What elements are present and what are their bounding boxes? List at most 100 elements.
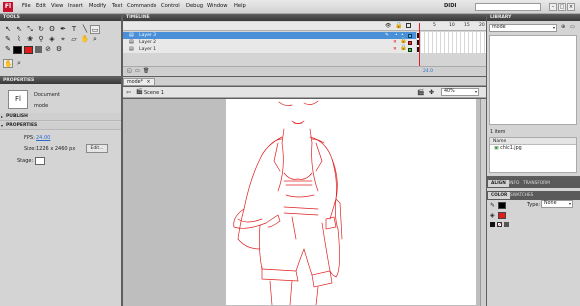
document-tab[interactable]: mode* × (123, 78, 155, 85)
layer-color-swatch[interactable] (408, 48, 412, 52)
lock-icon[interactable]: 🔒 (395, 22, 402, 29)
bone-tool-icon[interactable]: ⚲ (36, 35, 46, 44)
zoom-tool-icon[interactable]: ⌕ (90, 35, 100, 44)
properties-panel-header: PROPERTIES (0, 78, 121, 84)
subselection-tool-icon[interactable]: ⇖ (14, 25, 24, 34)
fill-bucket-icon[interactable]: ◈ (490, 212, 495, 219)
chevron-down-icon: ▾ (474, 89, 477, 94)
brush-tool-icon[interactable]: ⌇ (14, 35, 24, 44)
eraser-tool-icon[interactable]: ▱ (69, 35, 79, 44)
layer-color-swatch[interactable] (408, 41, 412, 45)
menu-edit[interactable]: Edit (36, 3, 46, 9)
fashion-sketch (233, 100, 343, 306)
maximize-icon[interactable]: □ (558, 3, 566, 11)
tab-swatches[interactable]: SWATCHES (507, 192, 536, 199)
edit-symbols-icon[interactable]: ✤ (429, 89, 434, 96)
hand-tool-secondary-icon[interactable]: ✋ (3, 59, 13, 68)
hidden-x-icon[interactable]: ✕ (393, 46, 397, 53)
line-tool-icon[interactable]: ╲ (80, 25, 90, 34)
layer-row-1[interactable]: ▤ Layer 1 ✕ 🔒 (123, 45, 416, 53)
stroke-pencil-icon[interactable]: ✎ (490, 202, 495, 209)
layer-row-2[interactable]: ▤ Layer 2 ✕ 🔒 (123, 38, 416, 46)
layer-color-swatch[interactable] (408, 34, 412, 38)
menu-insert[interactable]: Insert (68, 3, 83, 9)
library-document-select[interactable]: mode ▾ (489, 24, 557, 32)
workspace-switcher[interactable]: DIDI (444, 3, 456, 9)
smooth-icon[interactable]: ⚙ (54, 45, 64, 54)
text-tool-icon[interactable]: T (69, 25, 79, 34)
fps-value[interactable]: 24.00 (36, 135, 50, 141)
stage-color-label: Stage: (17, 158, 34, 164)
black-white-icon[interactable] (490, 222, 495, 227)
document-name: mode (34, 103, 49, 109)
eyedropper-tool-icon[interactable]: ⌖ (58, 35, 68, 44)
locked-icon[interactable]: 🔒 (400, 45, 407, 52)
fill-color-swatch[interactable] (498, 212, 506, 219)
stage-vertical-scrollbar[interactable] (480, 99, 486, 306)
layer-row-3[interactable]: ▤ Layer 3 ✎ • • (123, 32, 416, 39)
zoom-value: 40% (444, 89, 455, 94)
minimize-icon[interactable]: – (549, 3, 557, 11)
fill-type-select[interactable]: None ▾ (541, 200, 573, 208)
menu-file[interactable]: File (22, 3, 31, 9)
help-search-input[interactable] (475, 3, 541, 11)
zoom-select[interactable]: 40% ▾ (441, 88, 479, 96)
stroke-color-swatch[interactable] (13, 46, 22, 54)
menu-control[interactable]: Control (161, 3, 180, 9)
show-hide-icon[interactable]: 👁 (385, 23, 391, 29)
new-layer-icon[interactable]: ◱ (127, 68, 132, 74)
edit-scene-icon[interactable]: 🎬 (417, 89, 424, 96)
menu-view[interactable]: View (51, 3, 63, 9)
stage-canvas[interactable] (226, 99, 476, 306)
free-transform-tool-icon[interactable]: ⤡ (25, 25, 35, 34)
tab-transform[interactable]: TRANSFORM (520, 180, 553, 187)
back-arrow-icon[interactable]: ⇦ (126, 89, 131, 96)
stroke-color-icon[interactable]: ✎ (3, 45, 13, 54)
lasso-tool-icon[interactable]: ʘ (47, 25, 57, 34)
publish-section[interactable]: ▸ PUBLISH (0, 113, 121, 121)
outline-icon[interactable] (406, 23, 411, 28)
chevron-down-icon: ▾ (552, 25, 555, 30)
swap-colors-icon[interactable] (35, 46, 42, 53)
no-color-icon[interactable] (497, 222, 502, 227)
playhead[interactable] (419, 23, 420, 68)
deco-tool-icon[interactable]: ❀ (25, 35, 35, 44)
timeline-fps-readout[interactable]: 24.0 (423, 69, 433, 74)
close-icon[interactable]: × (567, 3, 575, 11)
properties-section[interactable]: ▾ PROPERTIES (0, 122, 121, 130)
library-item[interactable]: ▣ chic1.jpg (490, 145, 576, 153)
new-library-icon[interactable]: ▭ (570, 24, 575, 30)
menu-modify[interactable]: Modify (89, 3, 106, 9)
rectangle-tool-icon[interactable]: ▭ (90, 25, 100, 34)
3d-rotation-tool-icon[interactable]: ↻ (36, 25, 46, 34)
menu-window[interactable]: Window (207, 3, 227, 9)
selection-tool-icon[interactable]: ↖ (3, 25, 13, 34)
menu-debug[interactable]: Debug (186, 3, 203, 9)
menu-commands[interactable]: Commands (127, 3, 156, 9)
fill-color-swatch[interactable] (24, 46, 33, 54)
frames-grid[interactable] (417, 32, 486, 53)
pen-tool-icon[interactable]: ✒ (58, 25, 68, 34)
hidden-x-icon[interactable]: ✕ (393, 39, 397, 46)
edit-document-button[interactable]: Edit... (86, 144, 108, 153)
close-tab-icon[interactable]: × (147, 80, 151, 85)
library-panel-header: LIBRARY (487, 15, 580, 21)
menu-help[interactable]: Help (234, 3, 246, 9)
snap-to-objects-icon[interactable]: ⊘ (43, 45, 53, 54)
locked-icon[interactable]: 🔒 (400, 38, 407, 45)
library-name-column[interactable]: Name (490, 138, 576, 145)
pencil-tool-icon[interactable]: ✎ (3, 35, 13, 44)
pin-icon[interactable]: ⊕ (561, 24, 565, 30)
publish-section-label: PUBLISH (6, 114, 28, 119)
scene-label[interactable]: Scene 1 (144, 90, 164, 96)
menu-text[interactable]: Text (112, 3, 123, 9)
magnify-icon[interactable]: ⌕ (14, 59, 24, 68)
new-folder-icon[interactable]: ▭ (135, 68, 140, 74)
swap-colors-icon[interactable] (504, 222, 509, 227)
paint-bucket-tool-icon[interactable]: ◈ (47, 35, 57, 44)
delete-layer-icon[interactable]: 🗑 (143, 68, 149, 74)
stage-color-swatch[interactable] (35, 157, 45, 165)
dot-icon[interactable]: • (395, 32, 398, 39)
stroke-color-swatch[interactable] (498, 202, 506, 209)
hand-tool-icon[interactable]: ✋ (80, 35, 90, 44)
